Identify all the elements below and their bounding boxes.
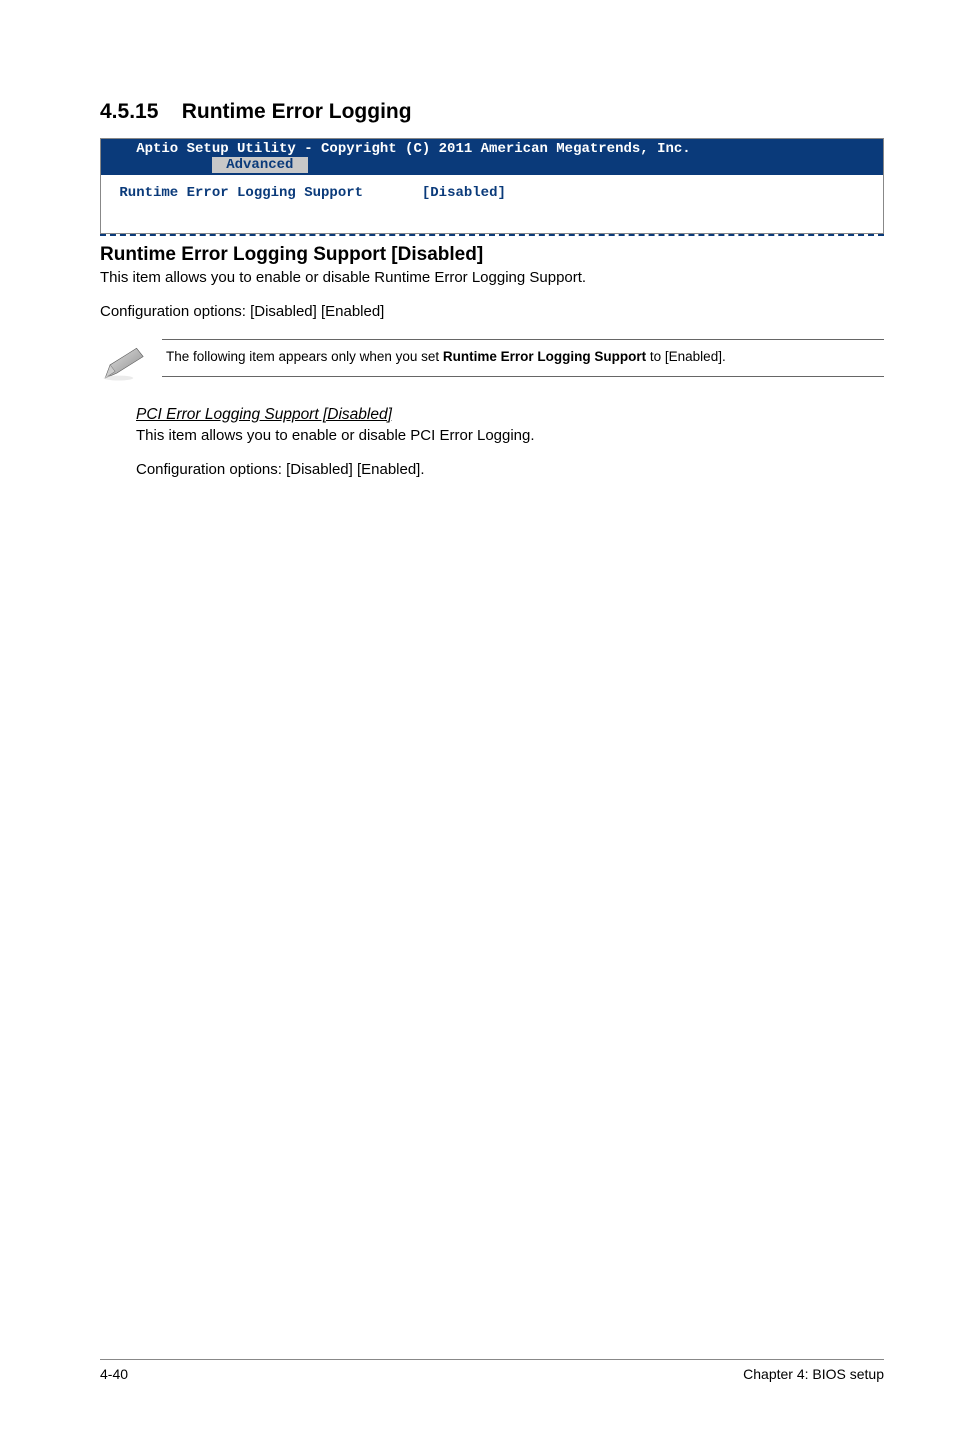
subsection-heading: Runtime Error Logging Support [Disabled] <box>100 244 884 266</box>
bios-option-label: Runtime Error Logging Support <box>111 185 363 201</box>
section-number: 4.5.15 <box>100 100 158 123</box>
bios-header-text: Aptio Setup Utility - Copyright (C) 2011… <box>111 141 691 157</box>
bios-tab-advanced: Advanced <box>212 157 308 173</box>
bios-option-value: [Disabled] <box>422 185 506 201</box>
note-text: The following item appears only when you… <box>162 339 884 377</box>
note-text-after: to [Enabled]. <box>646 349 726 364</box>
note-block: The following item appears only when you… <box>100 339 884 388</box>
chapter-label: Chapter 4: BIOS setup <box>743 1366 884 1382</box>
section-heading: 4.5.15 Runtime Error Logging <box>100 100 884 124</box>
subsection-desc: This item allows you to enable or disabl… <box>100 268 884 288</box>
pencil-icon <box>100 345 150 383</box>
sub-item-block: PCI Error Logging Support [Disabled] Thi… <box>136 406 884 481</box>
bios-tab-pad <box>111 157 212 173</box>
sub-item-title: PCI Error Logging Support [Disabled] <box>136 406 884 424</box>
section-title: Runtime Error Logging <box>182 100 412 123</box>
subsection-config: Configuration options: [Disabled] [Enabl… <box>100 302 884 322</box>
dashed-separator <box>100 234 884 236</box>
note-text-before: The following item appears only when you… <box>166 349 443 364</box>
note-icon-col <box>100 339 162 388</box>
page-number: 4-40 <box>100 1366 128 1382</box>
bios-screenshot: Aptio Setup Utility - Copyright (C) 2011… <box>100 138 884 234</box>
footer-divider <box>100 1359 884 1360</box>
sub-item-desc: This item allows you to enable or disabl… <box>136 426 884 446</box>
sub-item-config: Configuration options: [Disabled] [Enabl… <box>136 460 884 480</box>
note-text-bold: Runtime Error Logging Support <box>443 349 646 364</box>
bios-header: Aptio Setup Utility - Copyright (C) 2011… <box>101 139 883 175</box>
page-footer: 4-40 Chapter 4: BIOS setup <box>0 1359 954 1382</box>
bios-body: Runtime Error Logging Support [Disabled] <box>101 175 883 233</box>
